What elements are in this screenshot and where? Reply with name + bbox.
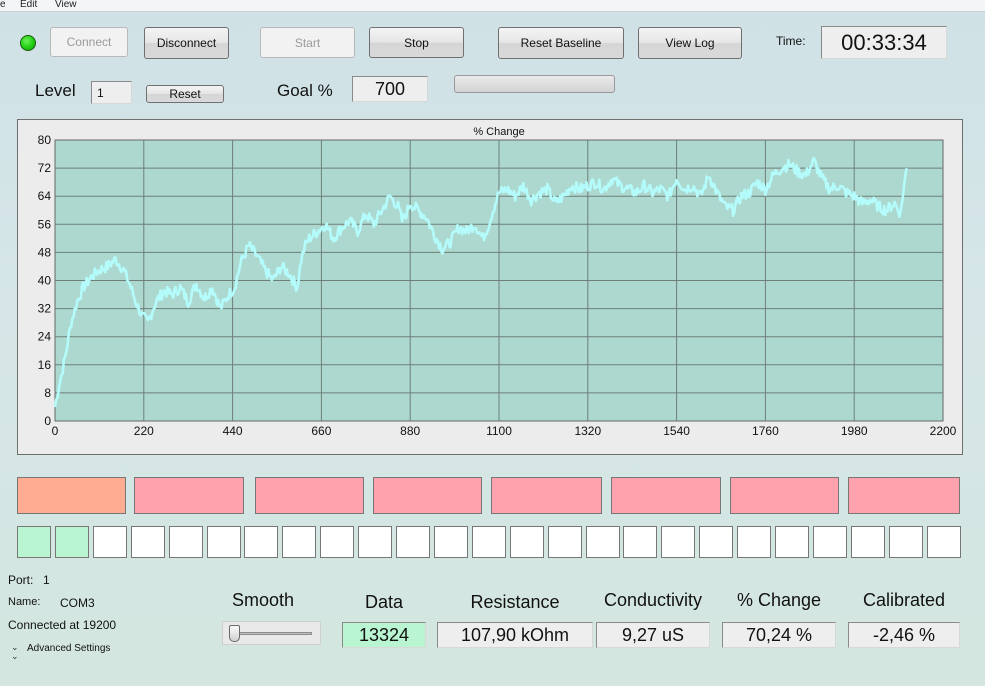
progress-indicator-square [320, 526, 355, 558]
level-label: Level [35, 81, 76, 100]
progress-indicator-square [888, 526, 923, 558]
y-tick-label: 16 [38, 358, 52, 372]
resistance-value: 107,90 kOhm [437, 622, 593, 648]
smooth-slider-track [231, 632, 312, 635]
start-button[interactable]: Start [260, 27, 355, 58]
progress-indicator-square [433, 526, 468, 558]
menu-item-view[interactable]: View [55, 0, 77, 10]
goal-progress-bar [454, 75, 615, 93]
menu-bar: e Edit View [0, 0, 985, 12]
x-tick-label: 440 [223, 424, 243, 438]
level-reset-button[interactable]: Reset [146, 85, 224, 103]
resistance-label: Resistance [470, 592, 560, 612]
progress-indicator-square [547, 526, 582, 558]
y-tick-label: 40 [38, 274, 52, 288]
progress-indicator-square [661, 526, 696, 558]
level-indicator-tile [17, 477, 126, 514]
menu-item-file[interactable]: e [0, 0, 6, 10]
y-tick-label: 64 [38, 189, 52, 203]
percent-change-value: 70,24 % [722, 622, 836, 648]
name-value: COM3 [60, 596, 95, 610]
disconnect-button[interactable]: Disconnect [144, 27, 229, 59]
progress-indicator-square [92, 526, 127, 558]
elapsed-time-display: 00:33:34 [821, 26, 947, 59]
conductivity-label: Conductivity [603, 590, 703, 610]
y-tick-label: 32 [38, 302, 52, 316]
chevron-down-icon[interactable]: ⌄ ⌄ [11, 643, 19, 661]
x-tick-label: 0 [52, 424, 59, 438]
progress-indicator-square [54, 526, 89, 558]
level-indicator-tile [373, 477, 482, 514]
y-tick-label: 56 [38, 217, 52, 231]
level-indicator-tile [730, 477, 839, 514]
x-tick-label: 2200 [930, 424, 957, 438]
connection-status-text: Connected at 19200 [8, 618, 117, 632]
x-tick-label: 1100 [486, 424, 512, 438]
x-tick-label: 1760 [752, 424, 779, 438]
x-tick-label: 1980 [841, 424, 868, 438]
level-indicator-tile [491, 477, 602, 514]
progress-indicator-square [737, 526, 772, 558]
port-label: Port: [8, 573, 34, 587]
progress-indicator-square [471, 526, 506, 558]
x-tick-label: 1540 [663, 424, 690, 438]
time-label: Time: [776, 34, 806, 48]
x-tick-label: 880 [400, 424, 420, 438]
percent-change-label: % Change [736, 590, 822, 610]
level-indicator-tile [134, 477, 244, 514]
y-tick-label: 8 [44, 386, 51, 400]
progress-indicator-square [358, 526, 393, 558]
percent-change-chart: 0 220 440 660 880 1100 1320 1540 1760 1980 2200 0 8 1… [17, 119, 963, 455]
progress-indicator-square [926, 526, 961, 558]
y-tick-label: 48 [38, 245, 52, 259]
name-label: Name: [8, 596, 41, 608]
y-tick-label: 80 [38, 133, 52, 147]
y-tick-label: 72 [38, 161, 52, 175]
progress-indicator-square [206, 526, 241, 558]
level-indicator-tile [611, 477, 721, 514]
progress-indicator-square [396, 526, 430, 558]
chart-svg: 0 220 440 660 880 1100 1320 1540 1760 1980 2200 0 8 1… [38, 126, 957, 438]
y-tick-label: 0 [44, 414, 51, 428]
stop-button[interactable]: Stop [369, 27, 464, 58]
progress-indicator-square [130, 526, 165, 558]
goal-label: Goal % [277, 81, 333, 100]
y-tick-label: 24 [38, 330, 52, 344]
progress-indicator-square [775, 526, 809, 558]
connect-button[interactable]: Connect [50, 27, 128, 57]
data-value: 13324 [342, 622, 426, 648]
calibrated-label: Calibrated [862, 590, 946, 610]
port-value: 1 [43, 573, 50, 587]
calibrated-value: -2,46 % [848, 622, 960, 648]
data-label: Data [364, 592, 404, 612]
level-indicator-tile [848, 477, 960, 514]
progress-indicator-square [17, 526, 51, 558]
x-tick-label: 220 [134, 424, 154, 438]
x-tick-label: 1320 [574, 424, 601, 438]
goal-percent-display: 700 [352, 76, 428, 102]
level-indicator-tile [255, 477, 364, 514]
progress-indicator-square [699, 526, 734, 558]
menu-item-edit[interactable]: Edit [20, 0, 37, 10]
progress-indicator-square [168, 526, 203, 558]
reset-baseline-button[interactable]: Reset Baseline [498, 27, 624, 59]
level-input[interactable] [91, 81, 132, 104]
view-log-button[interactable]: View Log [638, 27, 742, 59]
x-tick-label: 660 [311, 424, 331, 438]
smooth-slider-thumb[interactable] [229, 625, 240, 642]
advanced-settings-toggle[interactable]: Advanced Settings [27, 643, 110, 654]
connection-status-led [20, 35, 36, 51]
progress-indicator-square [585, 526, 620, 558]
chart-title: % Change [473, 126, 524, 138]
progress-indicator-square [509, 526, 544, 558]
progress-indicator-square [282, 526, 317, 558]
smooth-label: Smooth [232, 590, 295, 610]
progress-indicator-square [623, 526, 658, 558]
progress-indicator-square [812, 526, 847, 558]
progress-indicator-square [244, 526, 279, 558]
conductivity-value: 9,27 uS [596, 622, 710, 648]
progress-indicator-square [850, 526, 885, 558]
smooth-slider[interactable] [222, 621, 321, 645]
